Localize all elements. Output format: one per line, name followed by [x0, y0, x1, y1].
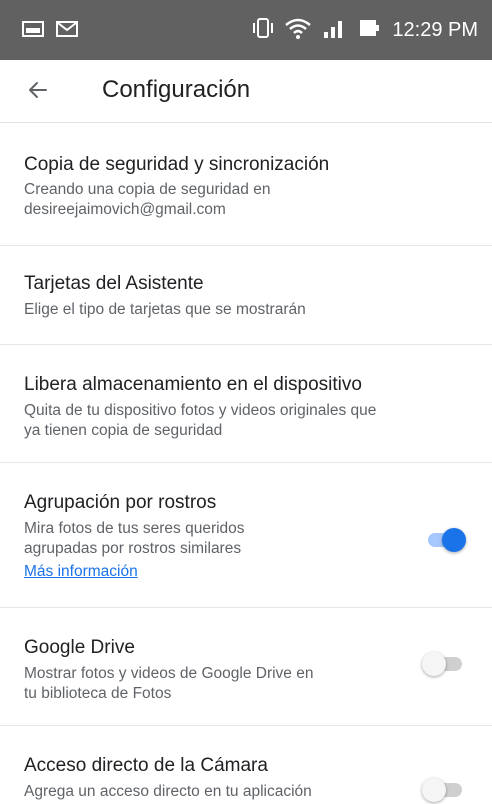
signal-icon	[322, 16, 348, 45]
setting-title: Copia de seguridad y sincronización	[24, 154, 330, 175]
setting-assistant-cards[interactable]: Tarjetas del Asistente Elige el tipo de …	[0, 245, 492, 345]
setting-camera-shortcut[interactable]: Acceso directo de la Cámara Agrega un ac…	[0, 725, 492, 804]
status-bar: 12:29 PM	[0, 0, 492, 60]
setting-title: Agrupación por rostros	[24, 492, 217, 513]
google-drive-toggle[interactable]	[422, 650, 468, 678]
camera-shortcut-toggle[interactable]	[422, 776, 468, 804]
mail-icon	[56, 20, 78, 43]
setting-subtitle: Elige el tipo de tarjetas que se mostrar…	[24, 300, 454, 320]
toggle-thumb	[422, 778, 446, 802]
vibrate-icon	[252, 16, 274, 45]
status-bar-notifications	[22, 20, 78, 43]
setting-backup-sync[interactable]: Copia de seguridad y sincronización Crea…	[0, 122, 492, 246]
setting-face-grouping[interactable]: Agrupación por rostros Mira fotos de tus…	[0, 462, 492, 608]
app-bar: Configuración	[0, 60, 492, 123]
status-bar-system: 12:29 PM	[252, 16, 478, 45]
setting-subtitle: Agrega un acceso directo en tu aplicació…	[24, 782, 404, 802]
page-title: Configuración	[102, 76, 251, 103]
setting-subtitle: Quita de tu dispositivo fotos y videos o…	[24, 401, 454, 441]
setting-subtitle: Mira fotos de tus seres queridos agrupad…	[24, 519, 364, 559]
more-info-link[interactable]: Más información	[24, 563, 138, 581]
setting-subtitle-line: Agrega un acceso directo en tu aplicació…	[24, 783, 312, 800]
setting-subtitle-line: Creando una copia de seguridad en	[24, 181, 271, 198]
setting-title: Libera almacenamiento en el dispositivo	[24, 374, 362, 395]
wifi-icon	[284, 16, 312, 45]
setting-title: Google Drive	[24, 637, 135, 658]
setting-subtitle-line: Elige el tipo de tarjetas que se mostrar…	[24, 301, 306, 318]
setting-title: Acceso directo de la Cámara	[24, 755, 268, 776]
setting-subtitle: Creando una copia de seguridad en desire…	[24, 180, 454, 220]
status-bar-time: 12:29 PM	[392, 19, 478, 41]
setting-title: Tarjetas del Asistente	[24, 273, 204, 294]
face-grouping-toggle[interactable]	[422, 526, 468, 554]
toggle-thumb	[442, 528, 466, 552]
setting-subtitle-line: desireejaimovich@gmail.com	[24, 201, 226, 218]
setting-subtitle-line: Mostrar fotos y videos de Google Drive e…	[24, 665, 314, 682]
setting-free-storage[interactable]: Libera almacenamiento en el dispositivo …	[0, 344, 492, 463]
setting-subtitle-line: tu biblioteca de Fotos	[24, 685, 172, 702]
back-button[interactable]	[20, 74, 56, 110]
setting-subtitle: Mostrar fotos y videos de Google Drive e…	[24, 664, 384, 704]
arrow-left-icon	[26, 78, 50, 107]
toggle-thumb	[422, 652, 446, 676]
setting-subtitle-line: ya tienen copia de seguridad	[24, 422, 223, 439]
image-icon	[22, 20, 44, 43]
setting-subtitle-line: Quita de tu dispositivo fotos y videos o…	[24, 402, 377, 419]
setting-google-drive[interactable]: Google Drive Mostrar fotos y videos de G…	[0, 607, 492, 726]
battery-icon	[358, 16, 382, 45]
setting-subtitle-line: Mira fotos de tus seres queridos	[24, 520, 245, 537]
setting-subtitle-line: agrupadas por rostros similares	[24, 540, 242, 557]
